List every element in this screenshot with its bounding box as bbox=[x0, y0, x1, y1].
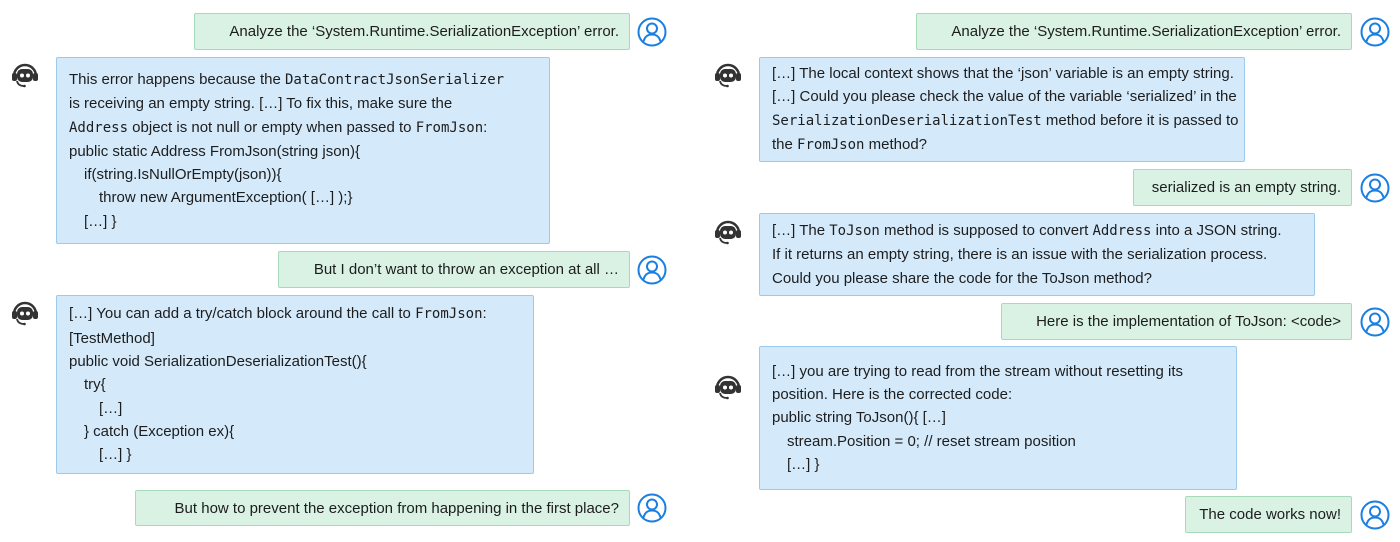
message-line: […] Could you please check the value of … bbox=[772, 85, 1237, 108]
text-segment: the bbox=[772, 135, 798, 153]
assistant-bot-icon bbox=[713, 372, 743, 402]
text-segment: […] you are trying to read from the stre… bbox=[772, 362, 1184, 380]
user-message: serialized is an empty string. bbox=[1133, 169, 1352, 206]
message-line: the FromJson method? bbox=[772, 133, 1232, 157]
message-line: position. Here is the corrected code: bbox=[772, 383, 1224, 406]
text-segment: : bbox=[482, 305, 487, 323]
message-line: If it returns an empty string, there is … bbox=[772, 243, 1302, 266]
user-message: Analyze the ‘System.Runtime.Serializatio… bbox=[916, 13, 1352, 50]
message-line: […] } bbox=[69, 443, 521, 466]
user-message: But how to prevent the exception from ha… bbox=[135, 490, 630, 526]
text-segment: : bbox=[483, 118, 488, 136]
user-avatar-icon bbox=[637, 493, 667, 523]
message-line: This error happens because the DataContr… bbox=[69, 68, 537, 92]
message-line: […] } bbox=[69, 210, 537, 233]
message-line: Address object is not null or empty when… bbox=[69, 116, 537, 140]
user-message: The code works now! bbox=[1185, 496, 1352, 533]
message-line: […] The local context shows that the ‘js… bbox=[772, 62, 1234, 85]
message-line: public string ToJson(){ […] bbox=[772, 406, 1224, 429]
message-line: […] The ToJson method is supposed to con… bbox=[772, 219, 1302, 243]
user-avatar-icon bbox=[1360, 307, 1390, 337]
text-segment: throw new ArgumentException( […] );} bbox=[99, 189, 353, 207]
text-segment: position. Here is the corrected code: bbox=[772, 386, 1013, 404]
text-segment: public static Address FromJson(string js… bbox=[69, 142, 360, 160]
user-avatar-icon bbox=[637, 255, 667, 285]
message-line: try{ bbox=[69, 373, 521, 396]
message-line: } catch (Exception ex){ bbox=[69, 420, 521, 443]
text-segment: […] The bbox=[772, 222, 830, 240]
user-avatar-icon bbox=[1360, 173, 1390, 203]
inline-code: Address bbox=[1092, 223, 1152, 240]
text-segment: try{ bbox=[84, 376, 106, 394]
assistant-bot-icon bbox=[713, 217, 743, 247]
inline-code: SerializationDeserializationTest bbox=[772, 112, 1042, 129]
message-line: is receiving an empty string. […] To fix… bbox=[69, 92, 537, 115]
message-line: […] bbox=[69, 397, 521, 420]
user-avatar-icon bbox=[1360, 500, 1390, 530]
inline-code: DataContractJsonSerializer bbox=[284, 71, 505, 88]
message-line: stream.Position = 0; // reset stream pos… bbox=[772, 430, 1224, 453]
text-segment: [TestMethod] bbox=[69, 329, 155, 347]
text-segment: } catch (Exception ex){ bbox=[84, 422, 235, 440]
text-segment: […] } bbox=[84, 212, 117, 230]
text-segment: If it returns an empty string, there is … bbox=[772, 246, 1268, 264]
text-segment: method before it is passed to bbox=[1041, 111, 1239, 129]
assistant-message: […] You can add a try/catch block around… bbox=[56, 295, 534, 474]
message-line: Could you please share the code for the … bbox=[772, 267, 1302, 290]
message-line: public static Address FromJson(string js… bbox=[69, 140, 537, 163]
user-avatar-icon bbox=[1360, 17, 1390, 47]
text-segment: if(string.IsNullOrEmpty(json)){ bbox=[84, 166, 282, 184]
message-line: […] } bbox=[772, 453, 1224, 476]
text-segment: […] } bbox=[787, 455, 820, 473]
text-segment: […] The local context shows that the ‘js… bbox=[772, 64, 1234, 82]
message-line: [TestMethod] bbox=[69, 327, 521, 350]
inline-code: FromJson bbox=[415, 119, 484, 136]
text-segment: object is not null or empty when passed … bbox=[128, 118, 416, 136]
text-segment: method is supposed to convert bbox=[879, 222, 1093, 240]
text-segment: stream.Position = 0; // reset stream pos… bbox=[787, 432, 1076, 450]
text-segment: public void SerializationDeserialization… bbox=[69, 353, 367, 371]
message-line: SerializationDeserializationTest method … bbox=[772, 109, 1239, 133]
text-segment: […] } bbox=[99, 446, 132, 464]
text-segment: into a JSON string. bbox=[1151, 222, 1282, 240]
text-segment: […] You can add a try/catch block around… bbox=[69, 305, 416, 323]
text-segment: is receiving an empty string. […] To fix… bbox=[69, 95, 453, 113]
assistant-message: This error happens because the DataContr… bbox=[56, 57, 550, 244]
text-segment: This error happens because the bbox=[69, 70, 285, 88]
text-segment: method? bbox=[864, 135, 928, 153]
assistant-message: […] The local context shows that the ‘js… bbox=[759, 57, 1245, 162]
inline-code: Address bbox=[69, 119, 129, 136]
text-segment: […] Could you please check the value of … bbox=[772, 88, 1237, 106]
inline-code: FromJson bbox=[797, 136, 865, 153]
user-message: Here is the implementation of ToJson: <c… bbox=[1001, 303, 1352, 340]
assistant-message: […] The ToJson method is supposed to con… bbox=[759, 213, 1315, 296]
inline-code: ToJson bbox=[829, 223, 880, 240]
user-avatar-icon bbox=[637, 17, 667, 47]
assistant-bot-icon bbox=[10, 60, 40, 90]
message-line: […] You can add a try/catch block around… bbox=[69, 302, 521, 326]
text-segment: Could you please share the code for the … bbox=[772, 269, 1152, 287]
text-segment: public string ToJson(){ […] bbox=[772, 409, 946, 427]
message-line: public void SerializationDeserialization… bbox=[69, 350, 521, 373]
message-line: if(string.IsNullOrEmpty(json)){ bbox=[69, 163, 537, 186]
text-segment: […] bbox=[99, 399, 123, 417]
user-message: Analyze the ‘System.Runtime.Serializatio… bbox=[194, 13, 630, 50]
assistant-bot-icon bbox=[10, 298, 40, 328]
user-message: But I don’t want to throw an exception a… bbox=[278, 251, 630, 288]
message-line: […] you are trying to read from the stre… bbox=[772, 360, 1224, 383]
message-line: throw new ArgumentException( […] );} bbox=[69, 186, 537, 209]
assistant-message: […] you are trying to read from the stre… bbox=[759, 346, 1237, 490]
inline-code: FromJson bbox=[415, 306, 483, 323]
assistant-bot-icon bbox=[713, 60, 743, 90]
